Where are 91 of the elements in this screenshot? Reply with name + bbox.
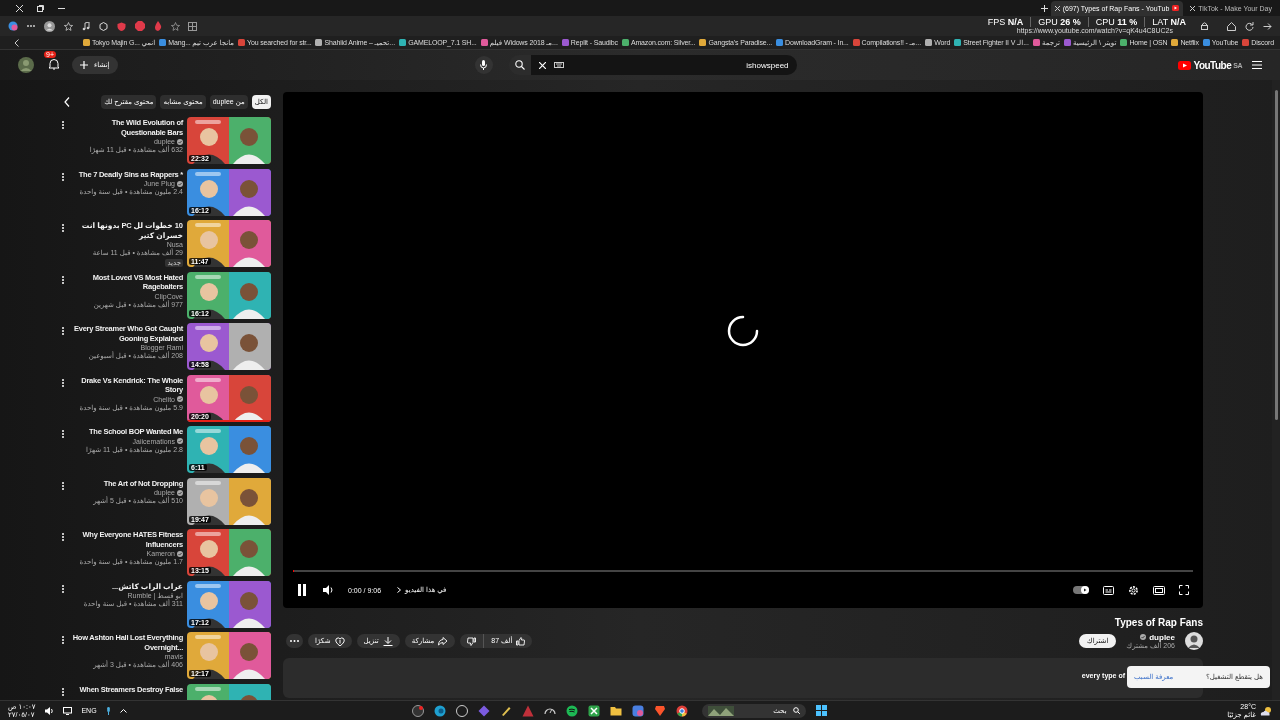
site-icon <box>1120 39 1128 46</box>
refresh-icon[interactable] <box>1245 21 1254 31</box>
site-icon <box>399 39 407 46</box>
performance-stat: FPS N/A <box>980 17 1032 27</box>
audio-icon <box>1172 5 1180 11</box>
site-icon <box>238 39 246 46</box>
search-field[interactable]: ishowspeed <box>530 55 797 75</box>
hexagon-icon[interactable] <box>99 21 108 31</box>
new-tab-icon[interactable] <box>1040 4 1048 12</box>
play-logo-icon[interactable] <box>1178 60 1192 70</box>
close-tab-icon[interactable] <box>1054 5 1060 11</box>
profile-icon[interactable] <box>44 20 55 32</box>
thumbs-down-icon <box>467 636 477 646</box>
channel-name[interactable]: duplee <box>1149 632 1175 642</box>
logo-text[interactable]: YouTube <box>1193 59 1232 71</box>
close-tab-icon[interactable] <box>1190 5 1196 11</box>
thanks-icon <box>334 636 345 646</box>
site-icon <box>954 39 962 46</box>
search-icon <box>514 60 525 70</box>
menu-icon[interactable] <box>1252 61 1262 69</box>
video-title: Types of Rap Fans <box>1113 617 1203 630</box>
music-icon[interactable] <box>565 704 578 717</box>
shield-icon[interactable] <box>117 21 126 31</box>
autoplay-toggle[interactable] <box>1073 586 1089 594</box>
chevron-right-icon <box>397 587 402 593</box>
adblock-icon[interactable] <box>135 21 145 31</box>
start-icon[interactable] <box>815 705 827 716</box>
site-icon <box>1202 39 1210 46</box>
channel-avatar[interactable] <box>1185 632 1203 650</box>
search-button[interactable] <box>508 55 531 75</box>
volume-icon[interactable] <box>323 585 334 595</box>
fullscreen-icon[interactable] <box>1179 585 1189 595</box>
site-icon <box>925 39 933 46</box>
weather-icon <box>1260 705 1272 716</box>
chevron-left-icon[interactable] <box>14 38 19 47</box>
clear-icon[interactable] <box>538 61 546 69</box>
site-icon <box>1033 39 1040 46</box>
loading-spinner-icon <box>726 314 760 348</box>
theater-mode-icon[interactable] <box>1153 585 1165 595</box>
site-icon <box>1063 39 1071 46</box>
site-icon <box>699 39 707 46</box>
search-icon <box>792 707 800 714</box>
download-icon <box>382 636 393 646</box>
forward-icon[interactable] <box>1263 21 1272 31</box>
keyboard-icon[interactable] <box>553 62 564 68</box>
circle-icon[interactable] <box>455 704 468 717</box>
avatar-icon[interactable] <box>18 57 34 73</box>
pause-icon[interactable] <box>297 584 307 596</box>
site-icon <box>159 39 167 46</box>
voice-search-button[interactable] <box>474 56 493 74</box>
site-icon <box>852 39 860 46</box>
site-icon <box>1171 39 1179 46</box>
bell-icon[interactable] <box>48 58 60 70</box>
site-icon <box>561 39 569 46</box>
favorite-add-icon[interactable] <box>171 21 180 31</box>
chevron-up-icon[interactable] <box>119 708 127 713</box>
thumbs-up-icon <box>516 636 526 646</box>
folder-icon[interactable] <box>609 704 622 717</box>
share-icon <box>438 636 449 646</box>
microphone-icon[interactable] <box>105 706 111 715</box>
lock-icon <box>1201 22 1208 30</box>
site-icon <box>621 39 629 46</box>
performance-stat: CPU 11 % <box>1088 17 1146 27</box>
site-icon <box>1242 39 1250 46</box>
performance-stat: GPU 26 % <box>1031 17 1089 27</box>
settings-icon[interactable] <box>1128 584 1139 596</box>
volume-icon[interactable] <box>45 706 55 715</box>
star-icon[interactable] <box>64 21 73 31</box>
drop-icon[interactable] <box>154 21 162 31</box>
dislike-button[interactable] <box>460 634 485 648</box>
home-icon[interactable] <box>1227 21 1236 31</box>
triangle-icon[interactable] <box>521 704 534 717</box>
microphone-icon <box>480 60 488 70</box>
diamond-icon[interactable] <box>477 704 490 717</box>
close-icon[interactable] <box>16 4 23 12</box>
music-note-icon[interactable] <box>82 21 90 31</box>
performance-stat: LAT N/A <box>1151 17 1187 27</box>
subtitles-icon[interactable] <box>1103 585 1114 595</box>
pen-icon[interactable] <box>499 704 512 717</box>
site-icon <box>480 39 488 46</box>
browser-icon[interactable] <box>433 704 446 717</box>
collections-icon[interactable] <box>188 21 197 31</box>
restore-icon[interactable] <box>37 4 44 12</box>
display-icon[interactable] <box>63 706 73 715</box>
plus-icon <box>80 61 88 69</box>
more-button[interactable] <box>286 634 303 648</box>
site-icon <box>315 39 323 46</box>
site-icon <box>776 39 783 46</box>
site-icon <box>82 39 90 46</box>
scrollbar-thumb[interactable] <box>1274 90 1278 420</box>
game-icon[interactable] <box>587 704 600 717</box>
